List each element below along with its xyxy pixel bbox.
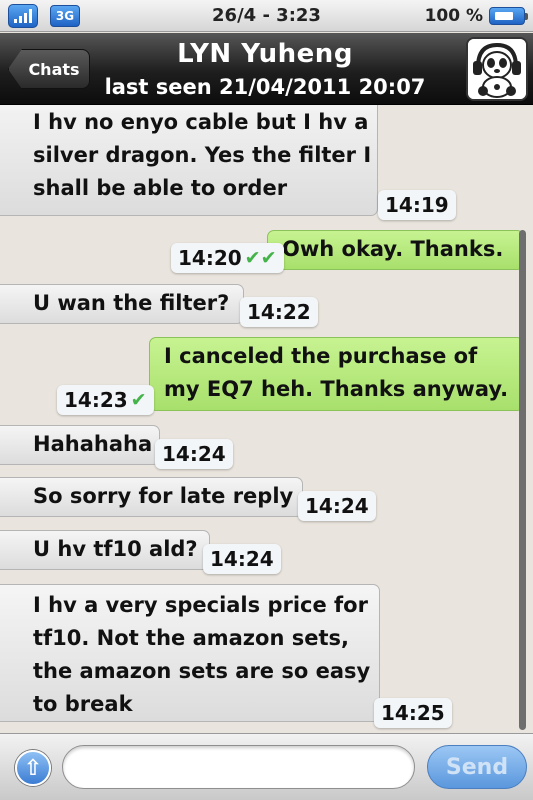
message-text-line: U wan the filter? xyxy=(33,291,230,315)
message-time: 14:24 xyxy=(203,544,281,574)
message-time: 14:22 xyxy=(240,297,318,327)
message-bubble-incoming[interactable]: I hv no enyo cable but I hv a silver dra… xyxy=(0,105,378,216)
time-text: 14:20 xyxy=(178,246,242,270)
message-time: 14:25 xyxy=(374,698,452,728)
time-text: 14:25 xyxy=(381,701,445,725)
message-text-line: my EQ7 heh. Thanks anyway. xyxy=(164,377,509,401)
time-text: 14:24 xyxy=(162,442,226,466)
arrow-up-icon: ⇧ xyxy=(23,755,43,781)
send-button[interactable]: Send xyxy=(427,745,527,789)
message-time: 14:24 xyxy=(155,439,233,469)
message-text-line: So sorry for late reply xyxy=(33,484,294,508)
time-text: 14:24 xyxy=(210,547,274,571)
message-text-line: to break xyxy=(33,692,133,716)
avatar-image-icon xyxy=(468,39,526,99)
message-text-line: shall be able to order xyxy=(33,176,288,200)
time-text: 14:23 xyxy=(64,388,128,412)
time-text: 14:19 xyxy=(385,193,449,217)
message-time: 14:24 xyxy=(298,491,376,521)
attach-button[interactable]: ⇧ xyxy=(15,750,51,786)
message-time: 14:19 xyxy=(378,190,456,220)
back-button[interactable]: Chats xyxy=(8,49,90,89)
message-bubble-incoming[interactable]: Hahahaha xyxy=(0,425,160,465)
status-bar: 3G 26/4 - 3:23 100 % xyxy=(0,0,533,32)
message-input[interactable] xyxy=(62,745,415,789)
message-text-line: U hv tf10 ald? xyxy=(33,537,198,561)
message-list[interactable]: I hv no enyo cable but I hv a silver dra… xyxy=(0,105,533,733)
time-text: 14:24 xyxy=(305,494,369,518)
input-bar: ⇧ Send xyxy=(0,733,533,800)
message-text-line: Owh okay. Thanks. xyxy=(282,237,504,261)
message-text-line: I hv a very specials price for xyxy=(33,593,368,617)
message-text-line: the amazon sets are so easy xyxy=(33,659,371,683)
message-text-line: silver dragon. Yes the filter I xyxy=(33,143,372,167)
message-text-line: I canceled the purchase of xyxy=(164,344,478,368)
message-bubble-incoming[interactable]: So sorry for late reply xyxy=(0,477,303,517)
double-check-icon: ✔✔ xyxy=(244,247,277,269)
scrollbar[interactable] xyxy=(519,230,526,730)
message-time: 14:23 ✔ xyxy=(57,385,154,415)
message-bubble-incoming[interactable]: U wan the filter? xyxy=(0,284,244,324)
message-text-line: tf10. Not the amazon sets, xyxy=(33,626,349,650)
message-bubble-incoming[interactable]: I hv a very specials price for tf10. Not… xyxy=(0,584,380,722)
last-seen: last seen 21/04/2011 20:07 xyxy=(104,75,426,99)
message-text-line: Hahahaha xyxy=(33,432,153,456)
message-time: 14:20 ✔✔ xyxy=(171,243,284,273)
time-text: 14:22 xyxy=(247,300,311,324)
check-icon: ✔ xyxy=(130,389,147,411)
chat-header: Chats LYN Yuheng last seen 21/04/2011 20… xyxy=(0,33,533,105)
contact-name: LYN Yuheng xyxy=(177,39,353,69)
contact-avatar[interactable] xyxy=(466,37,528,101)
message-bubble-outgoing[interactable]: I canceled the purchase of my EQ7 heh. T… xyxy=(149,337,524,411)
battery-percent: 100 % xyxy=(424,6,483,26)
message-bubble-incoming[interactable]: U hv tf10 ald? xyxy=(0,530,210,570)
message-text-line: I hv no enyo cable but I hv a xyxy=(33,110,369,134)
battery-icon xyxy=(489,7,528,25)
message-bubble-outgoing[interactable]: Owh okay. Thanks. xyxy=(267,230,524,270)
